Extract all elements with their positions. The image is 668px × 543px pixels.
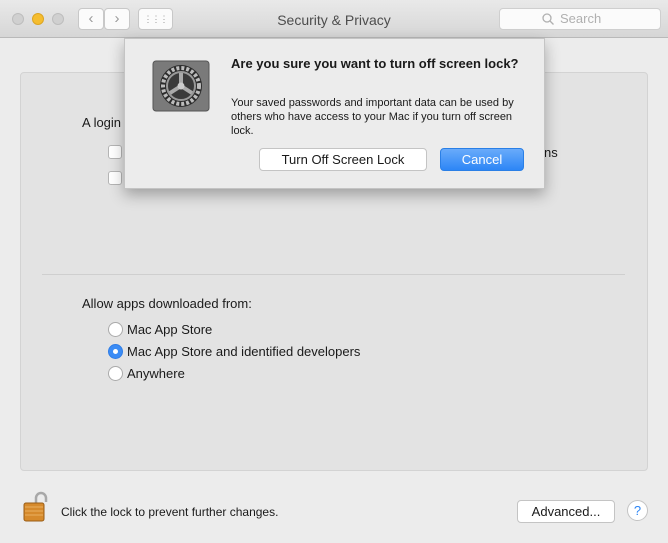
search-icon [542, 13, 554, 25]
divider [42, 274, 625, 275]
unlocked-padlock-icon[interactable] [22, 490, 48, 522]
search-placeholder: Search [560, 11, 602, 26]
dialog-message: Your saved passwords and important data … [231, 97, 514, 137]
advanced-button[interactable]: Advanced... [517, 500, 615, 523]
title-bar: ‹ › ⋮⋮⋮ Security & Privacy Search [0, 0, 668, 38]
show-message-checkbox[interactable] [108, 171, 122, 185]
search-input[interactable]: Search [499, 8, 661, 30]
lock-status-text: Click the lock to prevent further change… [61, 505, 279, 519]
radio-mac-app-store[interactable] [108, 322, 123, 337]
system-preferences-gear-icon [152, 60, 210, 112]
option-text-partial: ns [544, 145, 558, 160]
allow-apps-label: Allow apps downloaded from: [82, 296, 252, 311]
dialog-title: Are you sure you want to turn off screen… [231, 56, 519, 71]
radio-anywhere[interactable] [108, 366, 123, 381]
cancel-button[interactable]: Cancel [440, 148, 524, 171]
radio-label: Mac App Store [127, 322, 213, 337]
radio-label: Mac App Store and identified developers [127, 344, 361, 359]
confirm-dialog: Are you sure you want to turn off screen… [124, 38, 545, 189]
help-button[interactable]: ? [627, 500, 648, 521]
login-password-label: A login [82, 115, 122, 130]
radio-identified-developers[interactable] [108, 344, 123, 359]
turn-off-screen-lock-button[interactable]: Turn Off Screen Lock [259, 148, 427, 171]
require-password-checkbox[interactable] [108, 145, 122, 159]
radio-label: Anywhere [127, 366, 185, 381]
